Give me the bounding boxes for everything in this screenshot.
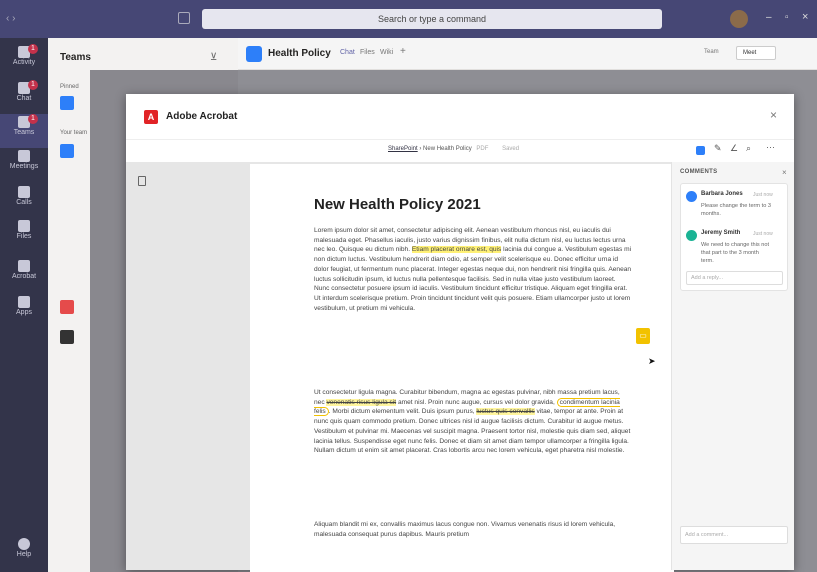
- acrobat-icon: [18, 260, 30, 272]
- draw-tool-icon[interactable]: ∠: [730, 143, 738, 154]
- rail-calls[interactable]: Calls: [0, 184, 48, 218]
- maximize-icon[interactable]: ▫: [785, 12, 789, 23]
- tab-wiki[interactable]: Wiki: [380, 49, 393, 56]
- comments-pane: COMMENTS × Barbara Jones Just now Please…: [671, 162, 794, 570]
- team-button[interactable]: Team: [704, 49, 719, 55]
- strikethrough-text[interactable]: venenatis risus ligula sit: [326, 398, 397, 406]
- rail-activity[interactable]: Activity 1: [0, 44, 48, 78]
- paragraph-2: Ut consectetur ligula magna. Curabitur b…: [314, 388, 632, 456]
- more-icon[interactable]: ···: [766, 142, 775, 152]
- close-window-icon[interactable]: ×: [802, 11, 808, 23]
- mouse-cursor-icon: ➤: [648, 356, 656, 366]
- phone-icon: [18, 186, 30, 198]
- team-icon[interactable]: [60, 96, 74, 110]
- avatar[interactable]: [730, 10, 748, 28]
- modal-title: Adobe Acrobat: [166, 111, 238, 122]
- close-icon[interactable]: ×: [770, 108, 777, 122]
- comment-thread[interactable]: Barbara Jones Just now Please change the…: [680, 183, 788, 291]
- text-run: Aliquam blandit mi ex, convallis maximus…: [314, 521, 616, 538]
- pages-icon[interactable]: [138, 176, 146, 186]
- strikethrough-text[interactable]: luctus quis convallis: [476, 408, 535, 416]
- channel-title: Health Policy: [268, 48, 331, 59]
- breadcrumb-link[interactable]: SharePoint: [388, 146, 418, 152]
- notification-badge: 1: [28, 80, 38, 90]
- rail-chat[interactable]: Chat 1: [0, 80, 48, 114]
- avatar: [686, 230, 697, 241]
- tab-chat[interactable]: Chat: [340, 49, 355, 56]
- comment-time: Just now: [753, 231, 773, 237]
- avatar: [686, 191, 697, 202]
- rail-label: Acrobat: [11, 273, 37, 280]
- rail-label: Apps: [16, 309, 32, 316]
- add-comment-input[interactable]: Add a comment...: [680, 526, 788, 544]
- comment-author: Barbara Jones: [701, 191, 743, 197]
- comment-text: Please change the term to 3 months.: [701, 203, 771, 217]
- notification-badge: 1: [28, 114, 38, 124]
- meet-button[interactable]: Meet: [736, 46, 776, 60]
- text-run: lacinia dui congue a. Vestibulum egestas…: [314, 246, 632, 312]
- apps-icon: [18, 296, 30, 308]
- history-nav[interactable]: ‹ ›: [6, 13, 15, 24]
- app-rail: Activity 1 Chat 1 Teams 1 Meetings Calls Fi…: [0, 38, 48, 572]
- pdf-page[interactable]: New Health Policy 2021 Lorem ipsum dolor…: [250, 164, 674, 572]
- pinned-label: Pinned: [60, 84, 79, 90]
- calendar-icon: [18, 150, 30, 162]
- tab-files[interactable]: Files: [360, 49, 375, 56]
- breadcrumb-path: › New Health Policy: [419, 146, 472, 152]
- rail-label: Chat: [16, 95, 32, 102]
- paragraph-1: Lorem ipsum dolor sit amet, consectetur …: [314, 226, 632, 313]
- comment-tool-icon[interactable]: [696, 146, 705, 155]
- highlighted-text[interactable]: Etiam placerat ornare est, quis: [411, 246, 502, 254]
- rail-label: Activity: [12, 59, 36, 66]
- rail-meetings[interactable]: Meetings: [0, 148, 48, 182]
- search-placeholder: Search or type a command: [377, 14, 487, 24]
- doc-toolbar: SharePoint › New Health Policy PDF Saved…: [126, 140, 794, 162]
- help-icon: [18, 538, 30, 550]
- rail-acrobat[interactable]: Acrobat: [0, 258, 48, 292]
- team-icon[interactable]: [60, 300, 74, 314]
- comment-author: Jeremy Smith: [701, 230, 741, 236]
- teams-panel-title: Teams: [60, 52, 91, 63]
- rail-files[interactable]: Files: [0, 218, 48, 252]
- channel-icon: [246, 46, 262, 62]
- comment-text: We need to change this not that part to …: [701, 242, 770, 264]
- rail-label: Teams: [13, 129, 35, 136]
- compose-icon[interactable]: [178, 12, 190, 24]
- file-type: PDF: [476, 146, 489, 152]
- team-icon[interactable]: [60, 144, 74, 158]
- add-tab-icon[interactable]: +: [400, 46, 406, 57]
- text-run: . Morbi dictum elementum velit. Duis ips…: [328, 408, 477, 416]
- rail-apps[interactable]: Apps: [0, 294, 48, 328]
- save-status: Saved: [502, 146, 520, 152]
- file-icon: [18, 220, 30, 232]
- text-run: amet nisl. Proin nunc augue, cursus vel …: [396, 398, 557, 406]
- close-comments-icon[interactable]: ×: [782, 168, 787, 177]
- filter-icon[interactable]: ⊻: [210, 52, 217, 63]
- paragraph-3: Aliquam blandit mi ex, convallis maximus…: [314, 520, 632, 539]
- rail-teams[interactable]: Teams 1: [0, 114, 48, 148]
- title-bar: ‹ › Search or type a command – ▫ ×: [0, 0, 817, 38]
- rail-label: Meetings: [9, 163, 39, 170]
- rail-help[interactable]: Help: [0, 536, 48, 570]
- acrobat-modal: A Adobe Acrobat × SharePoint › New Healt…: [126, 94, 794, 572]
- team-icon[interactable]: [60, 330, 74, 344]
- highlight-tool-icon[interactable]: ✎: [714, 143, 722, 154]
- your-teams-label: Your team: [60, 130, 88, 136]
- minimize-icon[interactable]: –: [766, 12, 772, 23]
- search-input[interactable]: Search or type a command: [202, 9, 662, 29]
- rail-label: Files: [16, 233, 32, 240]
- breadcrumb: SharePoint › New Health Policy PDF Saved: [388, 146, 519, 152]
- rail-label: Calls: [16, 199, 32, 206]
- reply-input[interactable]: Add a reply...: [686, 271, 783, 285]
- comments-header: COMMENTS: [680, 169, 718, 175]
- comment-time: Just now: [753, 192, 773, 198]
- search-icon[interactable]: ⌕: [746, 143, 751, 154]
- comment-marker-icon[interactable]: ▭: [636, 328, 650, 344]
- doc-title: New Health Policy 2021: [314, 196, 481, 213]
- channel-header: Health Policy Chat Files Wiki + Team Mee…: [238, 38, 817, 70]
- rail-label: Help: [16, 551, 32, 558]
- acrobat-logo-icon: A: [144, 110, 158, 124]
- modal-header: A Adobe Acrobat ×: [126, 94, 794, 140]
- notification-badge: 1: [28, 44, 38, 54]
